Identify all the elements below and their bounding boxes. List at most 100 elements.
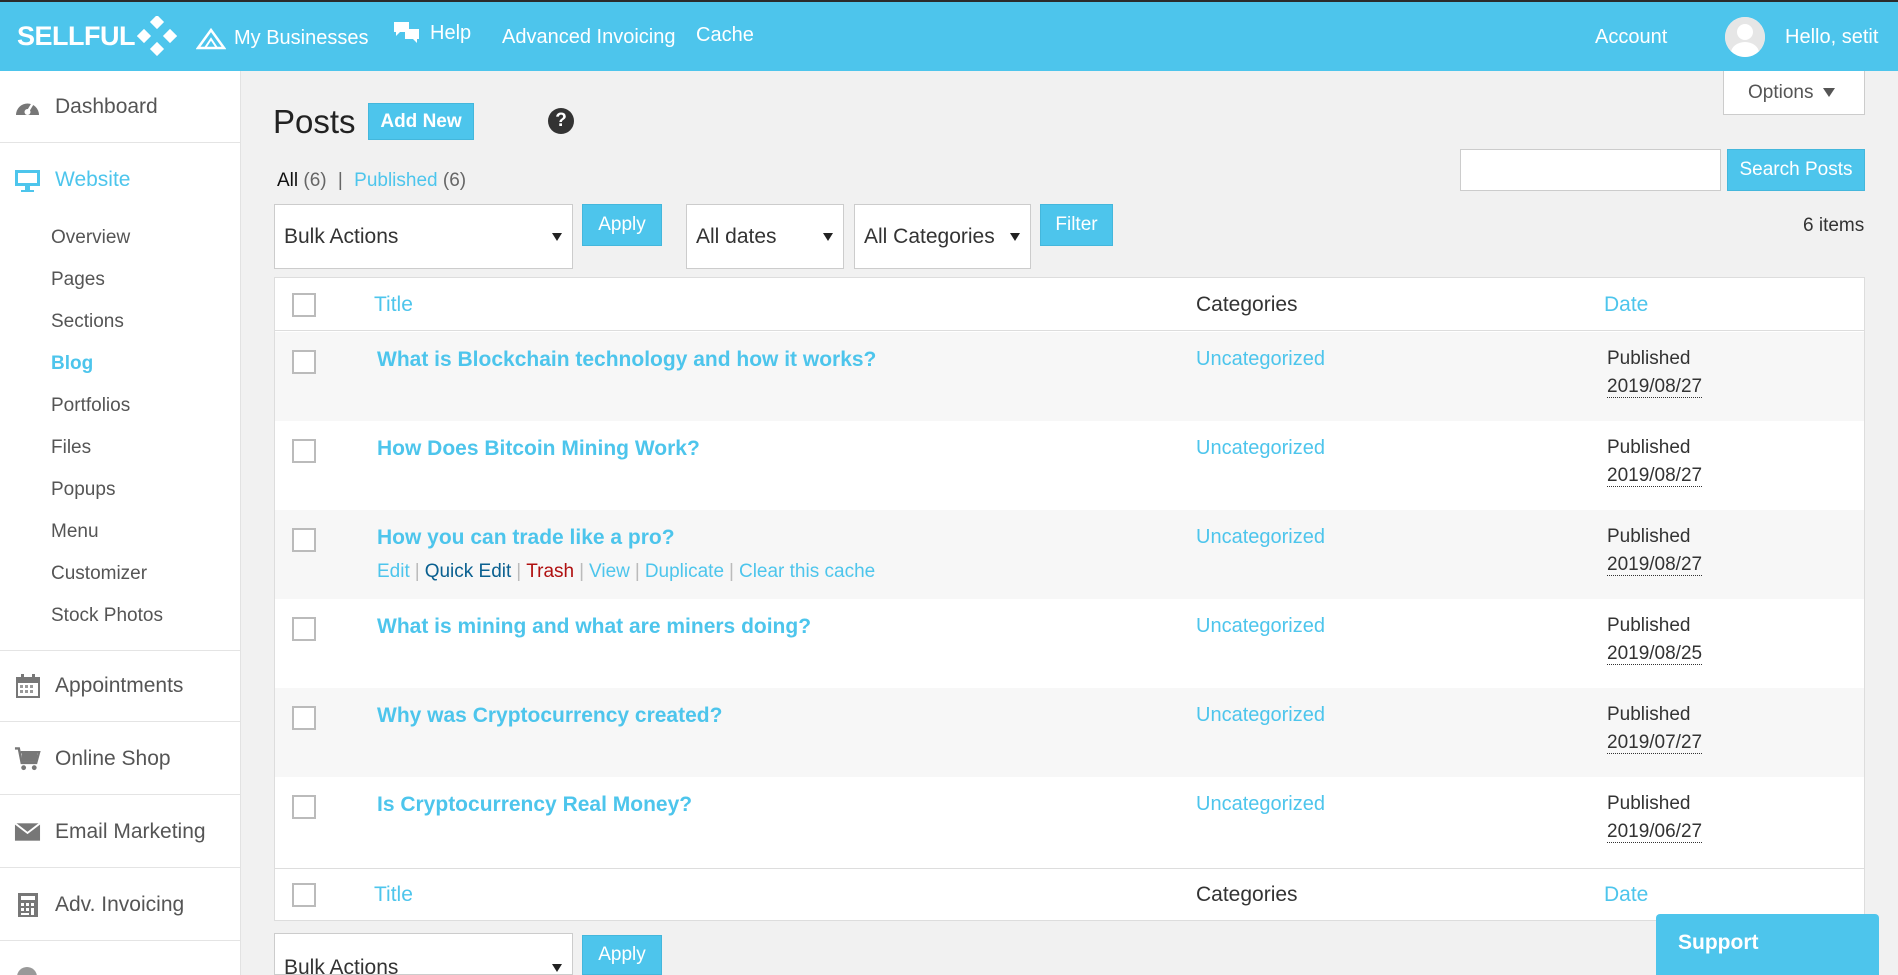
nav-help-label: Help bbox=[430, 21, 472, 44]
post-title-link[interactable]: What is mining and what are miners doing… bbox=[377, 615, 811, 639]
post-title-link[interactable]: Is Cryptocurrency Real Money? bbox=[377, 793, 692, 817]
bulk-actions-select-bottom[interactable]: Bulk Actions bbox=[274, 933, 573, 975]
filter-all-count: (6) bbox=[303, 170, 327, 191]
sidebar-item-website-label: Website bbox=[55, 168, 131, 191]
search-posts-button[interactable]: Search Posts bbox=[1727, 149, 1865, 191]
nav-advanced-invoicing[interactable]: Advanced Invoicing bbox=[502, 26, 675, 49]
post-category-link[interactable]: Uncategorized bbox=[1196, 437, 1325, 460]
sellful-logo[interactable]: SELLFUL bbox=[17, 16, 177, 56]
post-category-link[interactable]: Uncategorized bbox=[1196, 348, 1325, 371]
filter-all[interactable]: All bbox=[277, 170, 298, 191]
row-checkbox[interactable] bbox=[292, 795, 316, 819]
status-filters: All (6) | Published (6) bbox=[277, 170, 466, 192]
sidebar-subitem-popups[interactable]: Popups bbox=[51, 479, 115, 501]
dates-select[interactable]: All dates bbox=[686, 204, 844, 269]
post-status: Published bbox=[1607, 615, 1691, 636]
help-question-icon[interactable]: ? bbox=[548, 108, 574, 134]
nav-account[interactable]: Account bbox=[1595, 26, 1667, 49]
post-category-link[interactable]: Uncategorized bbox=[1196, 704, 1325, 727]
post-status: Published bbox=[1607, 437, 1691, 458]
triangle-down-icon bbox=[1823, 88, 1836, 97]
caret-down-icon bbox=[823, 232, 833, 241]
invoice-icon bbox=[14, 891, 41, 918]
user-greeting[interactable]: Hello, setit bbox=[1785, 26, 1878, 49]
filter-button[interactable]: Filter bbox=[1040, 204, 1113, 246]
sidebar-item-appointments-label: Appointments bbox=[55, 674, 184, 697]
nav-help[interactable]: Help bbox=[392, 20, 471, 46]
sidebar-subitem-overview[interactable]: Overview bbox=[51, 227, 130, 249]
row-action-clear-cache[interactable]: Clear this cache bbox=[739, 561, 875, 582]
categories-value: All Categories bbox=[864, 224, 995, 248]
row-checkbox[interactable] bbox=[292, 706, 316, 730]
post-title-link[interactable]: How you can trade like a pro? bbox=[377, 526, 675, 550]
sidebar-item-online-shop-label: Online Shop bbox=[55, 746, 171, 770]
post-status: Published bbox=[1607, 526, 1691, 547]
nav-cache-label: Cache bbox=[696, 24, 754, 46]
sidebar-item-online-shop[interactable]: Online Shop bbox=[0, 723, 240, 795]
sidebar-item-email-marketing[interactable]: Email Marketing bbox=[0, 796, 240, 868]
nav-cache[interactable]: Cache bbox=[696, 24, 754, 47]
apply-button[interactable]: Apply bbox=[582, 204, 662, 246]
column-date-header[interactable]: Date bbox=[1604, 293, 1648, 317]
row-action-duplicate[interactable]: Duplicate bbox=[645, 561, 724, 582]
sidebar-item-dashboard-label: Dashboard bbox=[55, 94, 158, 118]
sidebar-item-email-marketing-label: Email Marketing bbox=[55, 819, 206, 843]
diamond-logo-icon bbox=[137, 16, 177, 56]
action-separator: | bbox=[634, 561, 640, 582]
post-title-link[interactable]: How Does Bitcoin Mining Work? bbox=[377, 437, 700, 461]
row-checkbox[interactable] bbox=[292, 350, 316, 374]
table-row: How Does Bitcoin Mining Work? Uncategori… bbox=[275, 421, 1864, 510]
post-category-link[interactable]: Uncategorized bbox=[1196, 526, 1325, 549]
post-date: 2019/08/27 bbox=[1607, 376, 1703, 398]
nav-account-label: Account bbox=[1595, 26, 1668, 48]
post-category-link[interactable]: Uncategorized bbox=[1196, 793, 1325, 816]
nav-my-businesses[interactable]: My Businesses bbox=[196, 26, 369, 50]
post-title-link[interactable]: Why was Cryptocurrency created? bbox=[377, 704, 722, 728]
add-new-button[interactable]: Add New bbox=[368, 103, 474, 140]
sidebar-subitem-pages[interactable]: Pages bbox=[51, 269, 105, 291]
sidebar-subitem-sections[interactable]: Sections bbox=[51, 311, 124, 333]
sidebar-item-appointments[interactable]: Appointments bbox=[0, 650, 240, 722]
buildings-icon bbox=[196, 27, 226, 50]
options-dropdown[interactable]: Options bbox=[1723, 71, 1865, 115]
support-button[interactable]: Support bbox=[1656, 914, 1879, 975]
column-title-footer[interactable]: Title bbox=[374, 883, 413, 907]
select-all-checkbox-bottom[interactable] bbox=[292, 883, 316, 907]
column-date-footer[interactable]: Date bbox=[1604, 883, 1648, 907]
row-checkbox[interactable] bbox=[292, 617, 316, 641]
row-action-quick-edit[interactable]: Quick Edit bbox=[425, 561, 512, 582]
row-checkbox[interactable] bbox=[292, 528, 316, 552]
row-action-trash[interactable]: Trash bbox=[526, 561, 574, 582]
sidebar-item-adv-invoicing[interactable]: Adv. Invoicing bbox=[0, 869, 240, 941]
post-category-link[interactable]: Uncategorized bbox=[1196, 615, 1325, 638]
search-input[interactable] bbox=[1460, 149, 1721, 191]
sidebar-item-dashboard[interactable]: Dashboard bbox=[0, 71, 240, 143]
table-row: What is Blockchain technology and how it… bbox=[275, 332, 1864, 421]
row-action-view[interactable]: View bbox=[589, 561, 630, 582]
categories-select[interactable]: All Categories bbox=[854, 204, 1031, 269]
sidebar-item-website[interactable]: Website bbox=[0, 144, 240, 216]
envelope-icon bbox=[14, 818, 41, 845]
column-title-header[interactable]: Title bbox=[374, 293, 413, 317]
row-checkbox[interactable] bbox=[292, 439, 316, 463]
column-categories-footer: Categories bbox=[1196, 883, 1298, 906]
sidebar-subitem-menu[interactable]: Menu bbox=[51, 521, 99, 543]
sidebar-subitem-files[interactable]: Files bbox=[51, 437, 91, 459]
filter-published[interactable]: Published bbox=[354, 170, 437, 191]
sidebar-subitem-blog[interactable]: Blog bbox=[51, 353, 93, 375]
caret-down-icon bbox=[552, 232, 562, 241]
user-avatar[interactable] bbox=[1725, 17, 1765, 57]
calendar-icon bbox=[14, 673, 41, 700]
column-categories-header: Categories bbox=[1196, 293, 1298, 316]
apply-button-bottom[interactable]: Apply bbox=[582, 935, 662, 975]
bulk-actions-select[interactable]: Bulk Actions bbox=[274, 204, 573, 269]
row-action-edit[interactable]: Edit bbox=[377, 561, 410, 582]
sidebar-subitem-stock-photos[interactable]: Stock Photos bbox=[51, 605, 163, 627]
post-title-link[interactable]: What is Blockchain technology and how it… bbox=[377, 348, 876, 372]
sidebar-subitem-customizer[interactable]: Customizer bbox=[51, 563, 147, 585]
post-status: Published bbox=[1607, 704, 1691, 725]
sidebar-subitem-portfolios[interactable]: Portfolios bbox=[51, 395, 130, 417]
row-actions: Edit | Quick Edit | Trash | View | Duplicate | Cle… bbox=[377, 561, 875, 583]
sidebar-item-adv-invoicing-label: Adv. Invoicing bbox=[55, 892, 185, 916]
select-all-checkbox[interactable] bbox=[292, 293, 316, 317]
